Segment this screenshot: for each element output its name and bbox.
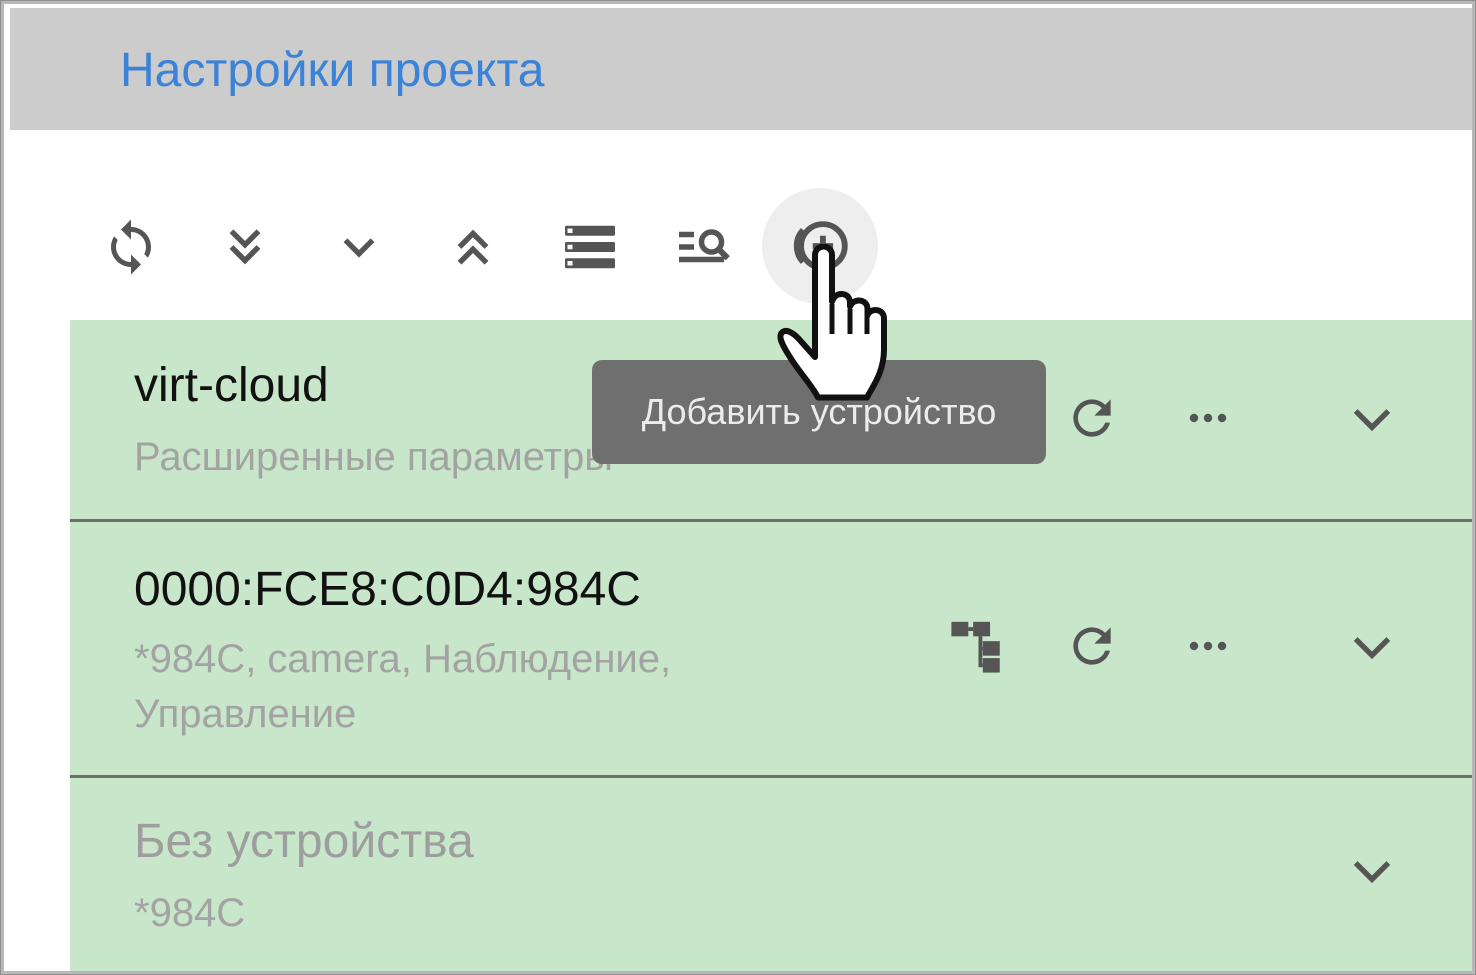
more-button[interactable] [1168,606,1248,686]
more-horizontal-icon [1189,413,1227,423]
topology-button[interactable] [938,606,1018,686]
double-chevron-up-icon [457,229,489,265]
chevron-down-icon [1353,409,1391,432]
expand-row-button[interactable] [1332,606,1412,686]
toolbar [10,130,1472,320]
expand-row-button[interactable] [1332,378,1412,458]
refresh-icon [1073,399,1111,437]
more-horizontal-icon [1189,641,1227,651]
reload-button[interactable] [1052,606,1132,686]
row-title: virt-cloud [134,359,329,412]
list-view-button[interactable] [535,192,645,302]
list-item[interactable]: 0000:FCE8:C0D4:984C *984C, camera, Наблю… [70,522,1472,778]
page-title[interactable]: Настройки проекта [120,43,544,98]
sitemap-icon [951,621,1000,673]
row-subtitle: *984C, camera, Наблюдение, Управление [134,637,672,736]
hand-cursor-icon [777,244,887,401]
refresh-icon [1073,627,1111,665]
more-button[interactable] [1168,378,1248,458]
header-bar: Настройки проекта [10,8,1472,130]
row-subtitle: *984C [134,891,246,935]
list-icon [565,225,615,269]
reload-button[interactable] [1052,378,1132,458]
expand-row-button[interactable] [1332,830,1412,910]
expand-button[interactable] [304,192,414,302]
sync-icon [111,219,151,275]
window-frame: Настройки проекта virt-cloud Расширенные… [0,0,1476,975]
row-title: Без устройства [134,815,474,868]
double-chevron-down-icon [229,229,261,265]
list-item[interactable]: Без устройства *984C [70,778,1472,971]
search-list-button[interactable] [649,192,759,302]
chevron-down-icon [1353,861,1391,884]
chevron-down-icon [343,238,375,258]
collapse-all-button[interactable] [418,192,528,302]
refresh-button[interactable] [76,192,186,302]
list-search-icon [679,229,730,263]
row-title: 0000:FCE8:C0D4:984C [134,563,641,616]
expand-all-button[interactable] [190,192,300,302]
chevron-down-icon [1353,637,1391,660]
